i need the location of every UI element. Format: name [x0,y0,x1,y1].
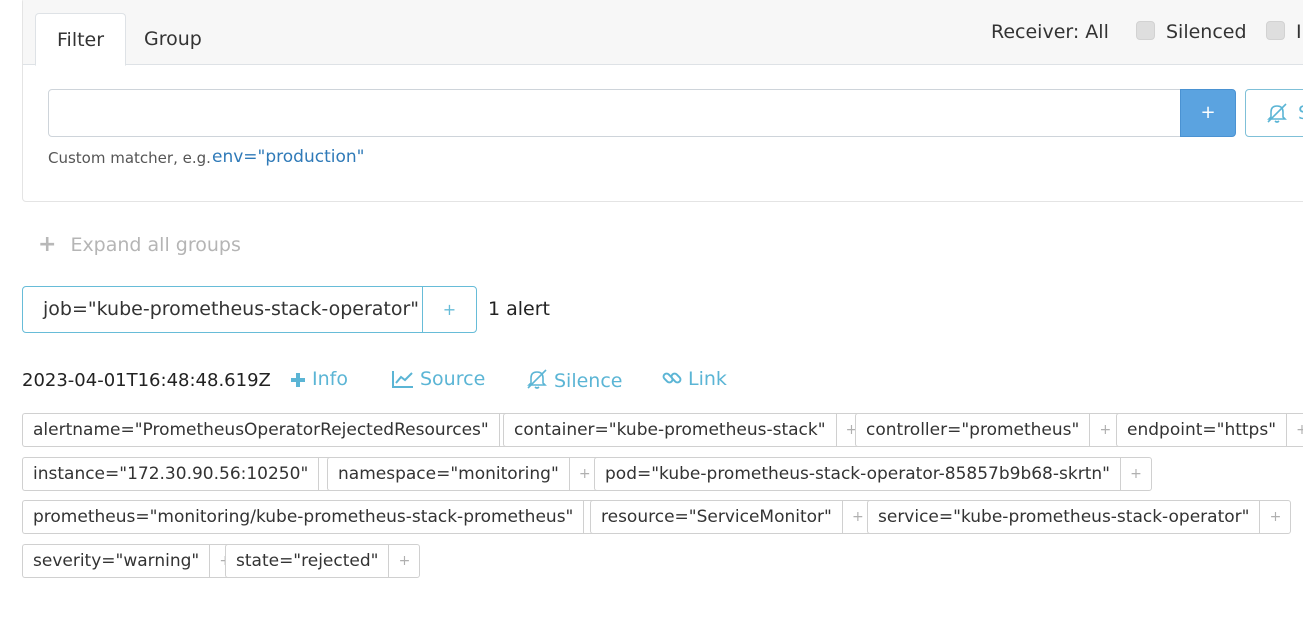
info-label: Info [312,368,348,390]
expand-all-groups-button[interactable]: + Expand all groups [38,232,241,257]
label-text[interactable]: service="kube-prometheus-stack-operator" [867,500,1260,534]
label-text[interactable]: container="kube-prometheus-stack" [503,413,836,447]
label-text[interactable]: pod="kube-prometheus-stack-operator-8585… [594,457,1120,491]
link-label: Link [688,368,727,390]
alert-count: 1 alert [488,298,551,320]
label-chip[interactable]: endpoint="https" + [1116,413,1303,447]
label-add-button[interactable]: + [1286,413,1303,447]
silenced-checkbox[interactable] [1136,21,1155,40]
new-silence-label: S [1298,102,1303,124]
label-add-button[interactable]: + [1259,500,1292,534]
label-chip[interactable]: alertname="PrometheusOperatorRejectedRes… [22,413,531,447]
chart-line-icon [392,371,413,388]
expand-all-label: Expand all groups [70,234,241,256]
label-add-button[interactable]: + [388,544,421,578]
label-chip[interactable]: resource="ServiceMonitor" + [590,500,874,534]
alert-labels: alertname="PrometheusOperatorRejectedRes… [22,413,1303,593]
matcher-hint-example[interactable]: env="production" [212,147,364,167]
label-chip[interactable]: pod="kube-prometheus-stack-operator-8585… [594,457,1152,491]
label-text[interactable]: endpoint="https" [1116,413,1287,447]
label-text[interactable]: resource="ServiceMonitor" [590,500,842,534]
filter-panel: Filter Group Receiver: All Silenced I + … [22,0,1303,202]
label-text[interactable]: prometheus="monitoring/kube-prometheus-s… [22,500,584,534]
group-label-chip[interactable]: job="kube-prometheus-stack-operator" [22,286,423,333]
silence-alert-button[interactable]: Silence [526,368,623,392]
label-text[interactable]: instance="172.30.90.56:10250" [22,457,319,491]
label-chip[interactable]: service="kube-prometheus-stack-operator"… [867,500,1292,534]
label-chip[interactable]: container="kube-prometheus-stack" + [503,413,868,447]
label-chip[interactable]: namespace="monitoring" + [327,457,601,491]
source-button[interactable]: Source [392,368,485,390]
plus-icon: + [38,232,57,257]
label-chip[interactable]: severity="warning"+ [22,544,242,578]
label-chip[interactable]: instance="172.30.90.56:10250"+ [22,457,351,491]
tab-filter[interactable]: Filter [35,13,127,66]
label-chip[interactable]: state="rejected" + [225,544,421,578]
label-text[interactable]: severity="warning" [22,544,210,578]
inhibited-checkbox-label[interactable]: I [1296,21,1302,43]
silenced-checkbox-label[interactable]: Silenced [1166,21,1247,43]
filter-input[interactable] [48,89,1181,137]
label-text[interactable]: controller="prometheus" [855,413,1090,447]
bell-slash-icon [527,369,547,389]
label-chip[interactable]: prometheus="monitoring/kube-prometheus-s… [22,500,616,534]
label-chip[interactable]: controller="prometheus" + [855,413,1122,447]
label-text[interactable]: state="rejected" [225,544,389,578]
silence-label: Silence [554,370,623,392]
new-silence-button[interactable]: S [1245,89,1303,137]
alert-timestamp: 2023-04-01T16:48:48.619Z [22,370,271,391]
bell-slash-icon [1266,102,1288,128]
label-text[interactable]: namespace="monitoring" [327,457,569,491]
receiver-filter[interactable]: Receiver: All [991,21,1109,43]
link-button[interactable]: Link [662,368,727,390]
matcher-hint: Custom matcher, e.g. [48,149,211,167]
filter-panel-header: Filter Group Receiver: All Silenced I [23,0,1303,66]
group-add-filter-button[interactable]: + [422,286,477,333]
source-label: Source [420,368,486,390]
tab-group[interactable]: Group [123,13,223,66]
label-add-button[interactable]: + [1119,457,1152,491]
label-text[interactable]: alertname="PrometheusOperatorRejectedRes… [22,413,499,447]
inhibited-checkbox[interactable] [1266,21,1285,40]
link-icon [662,372,682,384]
add-filter-button[interactable]: + [1180,89,1236,137]
plus-icon [291,373,305,387]
info-button[interactable]: Info [290,368,348,390]
